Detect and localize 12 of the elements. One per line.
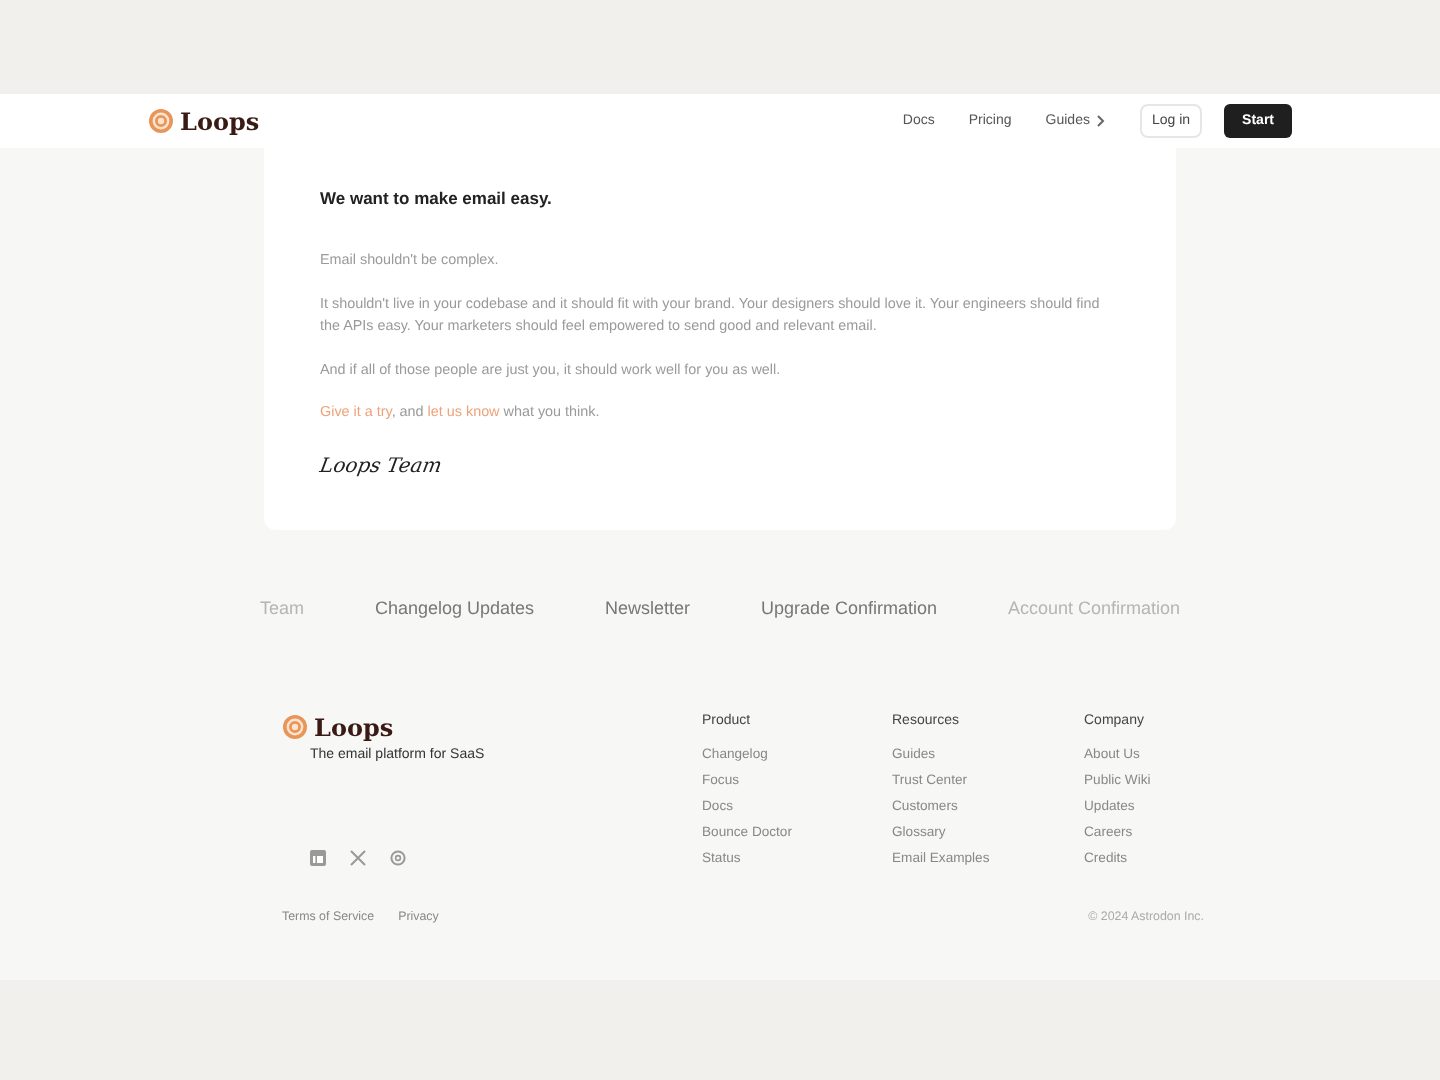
chevron-icon bbox=[1095, 114, 1106, 128]
linkedin-icon[interactable] bbox=[310, 849, 326, 866]
template-link[interactable]: Changelog Updates bbox=[374, 597, 535, 618]
template-link[interactable]: Account Confirmation bbox=[1007, 597, 1180, 618]
signature: Loops Team bbox=[318, 455, 446, 478]
template-link[interactable]: Team bbox=[260, 597, 305, 618]
logo-text[interactable]: Loops bbox=[180, 107, 260, 135]
letter-heading: We want to make email easy. bbox=[320, 188, 554, 208]
logo-text[interactable]: Loops bbox=[314, 713, 394, 742]
template-link[interactable]: Upgrade Confirmation bbox=[760, 597, 937, 618]
template-link[interactable]: Newsletter bbox=[604, 597, 690, 618]
x-icon[interactable] bbox=[350, 849, 366, 866]
